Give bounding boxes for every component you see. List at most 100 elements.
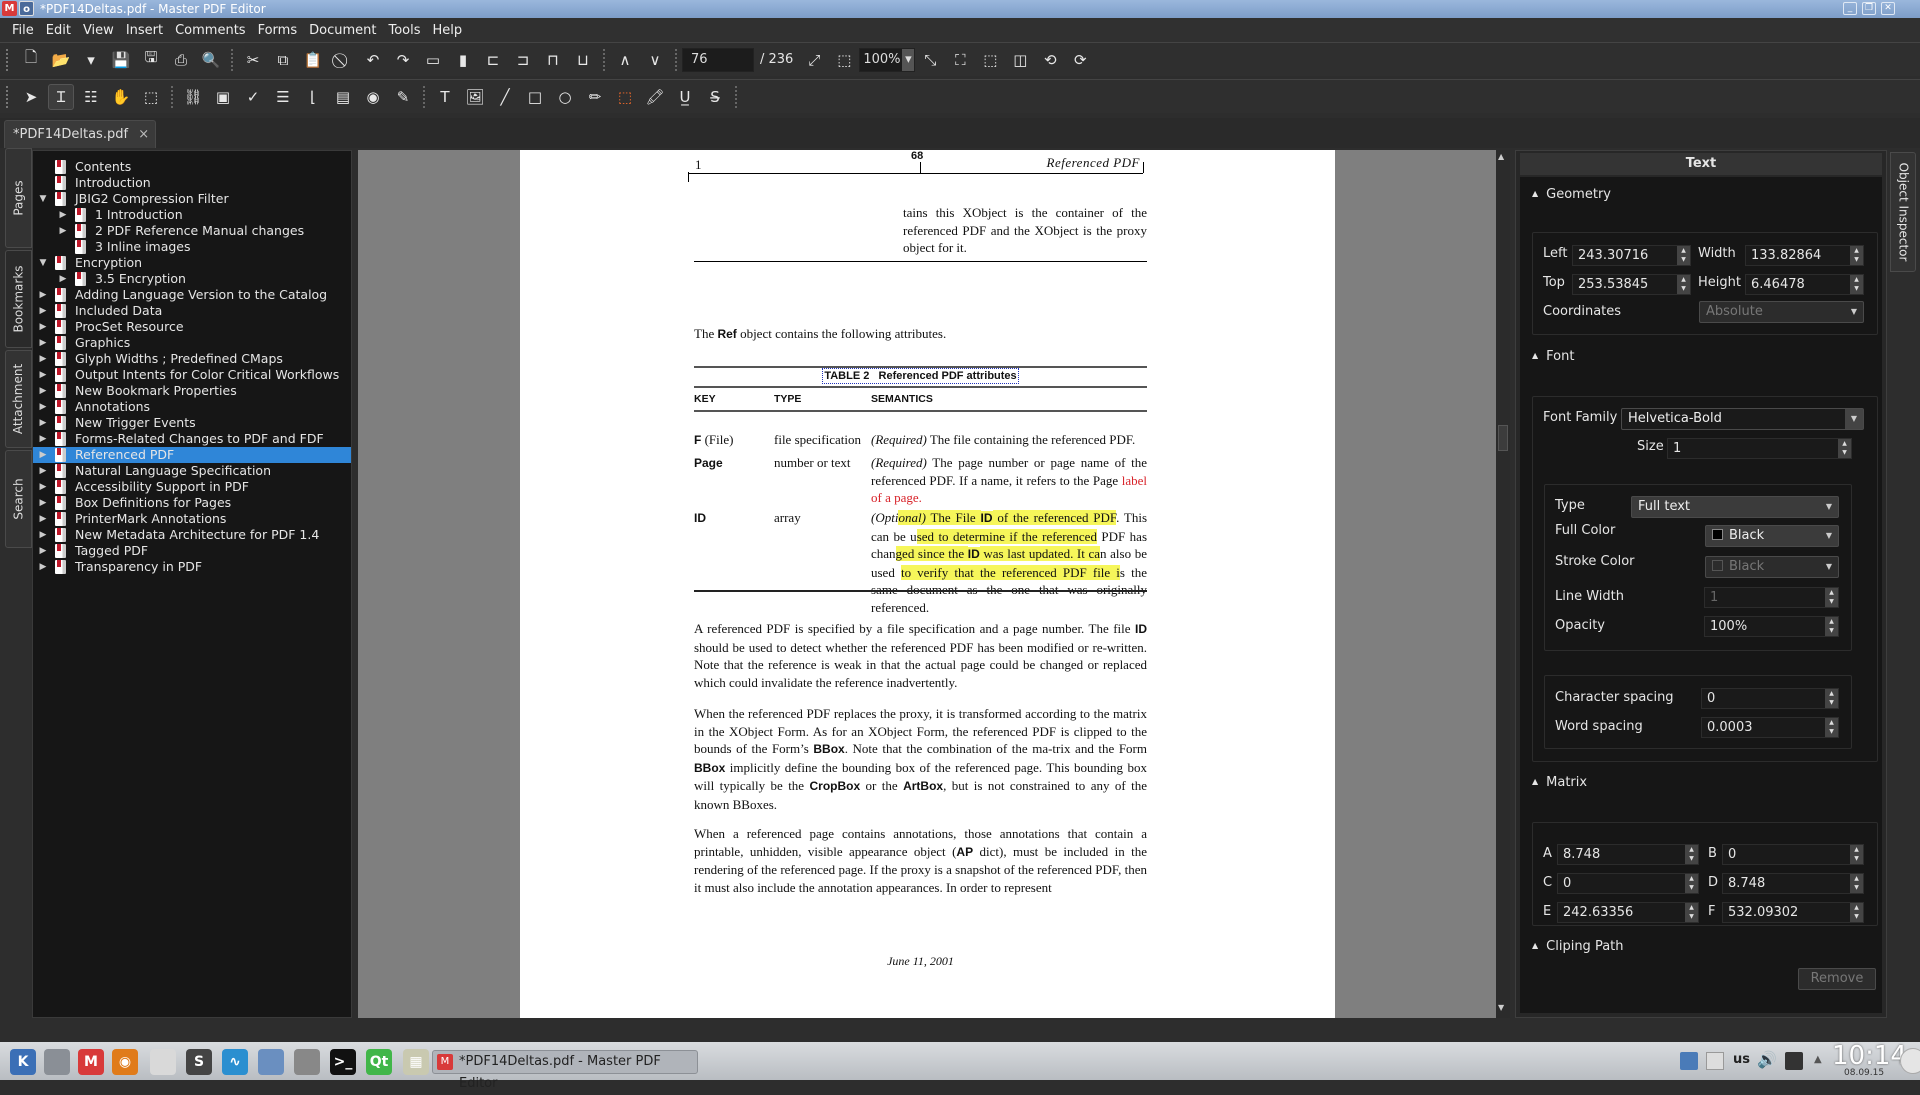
save-as-icon[interactable]: 🖫 bbox=[138, 47, 164, 73]
tab-search[interactable]: Search bbox=[5, 450, 32, 548]
toolbar-grip[interactable] bbox=[6, 85, 10, 108]
menu-document[interactable]: Document bbox=[303, 23, 382, 38]
bookmark-item[interactable]: ▶ Adding Language Version to the Catalog bbox=[33, 287, 351, 303]
document-tab[interactable]: *PDF14Deltas.pdf × bbox=[4, 120, 156, 148]
bookmark-item[interactable]: ▶ 3.5 Encryption bbox=[33, 271, 351, 287]
expand-arrow-icon[interactable]: ▶ bbox=[58, 271, 68, 287]
expand-arrow-icon[interactable]: ▶ bbox=[38, 399, 48, 415]
edit-text-tool-icon[interactable]: Ɪ bbox=[48, 83, 74, 110]
bookmark-item[interactable]: 3 Inline images bbox=[33, 239, 351, 255]
scrollbar-thumb[interactable] bbox=[1498, 425, 1508, 451]
bookmark-item[interactable]: Introduction bbox=[33, 175, 351, 191]
menu-comments[interactable]: Comments bbox=[169, 23, 251, 38]
underline-icon[interactable]: U̲ bbox=[672, 84, 698, 110]
geometry-section-header[interactable]: Geometry bbox=[1532, 187, 1611, 202]
paste-icon[interactable]: 📋 bbox=[300, 47, 326, 73]
save-icon[interactable]: 💾 bbox=[108, 47, 134, 73]
system-monitor-icon[interactable]: ∿ bbox=[222, 1049, 248, 1075]
menu-edit[interactable]: Edit bbox=[40, 23, 77, 38]
matrix-f-spinner-icon[interactable]: ▲ ▼ bbox=[1850, 903, 1863, 922]
desktop-pager-icon[interactable] bbox=[44, 1049, 70, 1075]
add-text-icon[interactable]: T bbox=[432, 84, 458, 110]
font-family-select[interactable]: Helvetica-Bold ▼ bbox=[1621, 408, 1864, 430]
opacity-spinner-icon[interactable]: ▲ ▼ bbox=[1825, 617, 1838, 636]
open-dropdown-icon[interactable]: ▾ bbox=[78, 47, 104, 73]
bookmark-item[interactable]: ▶ 2 PDF Reference Manual changes bbox=[33, 223, 351, 239]
strikeout-icon[interactable]: S̶ bbox=[702, 84, 728, 110]
menu-forms[interactable]: Forms bbox=[252, 23, 304, 38]
bookmark-item[interactable]: ▶ New Bookmark Properties bbox=[33, 383, 351, 399]
matrix-d-input[interactable]: 8.748 ▲ ▼ bbox=[1722, 873, 1864, 894]
expand-arrow-icon[interactable]: ▶ bbox=[38, 383, 48, 399]
undo-icon[interactable]: ↶ bbox=[360, 47, 386, 73]
expand-arrow-icon[interactable]: ▶ bbox=[38, 303, 48, 319]
fit-visible-icon[interactable]: ⬚ bbox=[831, 47, 857, 73]
terminal-icon[interactable]: >_ bbox=[330, 1049, 356, 1075]
document-view[interactable]: 1 68 Referenced PDF tains this XObject i… bbox=[358, 150, 1496, 1018]
bookmark-item[interactable]: ▶ New Metadata Architecture for PDF 1.4 bbox=[33, 527, 351, 543]
collapse-arrow-icon[interactable]: ▼ bbox=[38, 191, 48, 207]
type-select[interactable]: Full text ▼ bbox=[1631, 496, 1839, 518]
object-inspector-tab[interactable]: Object Inspector bbox=[1890, 152, 1916, 272]
expand-arrow-icon[interactable]: ▶ bbox=[38, 511, 48, 527]
expand-arrow-icon[interactable]: ▶ bbox=[58, 223, 68, 239]
collapse-arrow-icon[interactable]: ▼ bbox=[38, 255, 48, 271]
align-top-icon[interactable]: ⊓ bbox=[540, 47, 566, 73]
combobox-field-icon[interactable]: ⌊ bbox=[300, 84, 326, 110]
bookmark-item[interactable]: Contents bbox=[33, 159, 351, 175]
tab-pages[interactable]: Pages bbox=[5, 148, 32, 248]
ellipse-tool-icon[interactable]: ○ bbox=[552, 84, 578, 110]
matrix-e-spinner-icon[interactable]: ▲ ▼ bbox=[1685, 903, 1698, 922]
expand-arrow-icon[interactable]: ▶ bbox=[38, 527, 48, 543]
top-spinner-icon[interactable]: ▲ ▼ bbox=[1677, 275, 1690, 294]
expand-arrow-icon[interactable]: ▶ bbox=[38, 447, 48, 463]
bookmark-item[interactable]: ▶ Natural Language Specification bbox=[33, 463, 351, 479]
bookmark-item[interactable]: ▶ Transparency in PDF bbox=[33, 559, 351, 575]
bookmark-item[interactable]: ▶ Output Intents for Color Critical Workf… bbox=[33, 367, 351, 383]
hand-tool-icon[interactable]: ✋ bbox=[108, 84, 134, 110]
bookmark-item[interactable]: ▶ Included Data bbox=[33, 303, 351, 319]
calculator-icon[interactable]: ▦ bbox=[403, 1049, 429, 1075]
align-right-icon[interactable]: ⊐ bbox=[510, 47, 536, 73]
matrix-b-input[interactable]: 0 ▲ ▼ bbox=[1722, 844, 1864, 865]
expand-arrow-icon[interactable]: ▶ bbox=[38, 415, 48, 431]
char-spacing-input[interactable]: 0 ▲ ▼ bbox=[1701, 688, 1839, 709]
menu-help[interactable]: Help bbox=[427, 23, 469, 38]
button-field-icon[interactable]: ▣ bbox=[210, 84, 236, 110]
tab-attachment[interactable]: Attachment bbox=[5, 350, 32, 448]
close-button[interactable]: ✕ bbox=[1881, 2, 1895, 15]
eye-app-icon[interactable]: ◉ bbox=[112, 1049, 138, 1075]
matrix-f-input[interactable]: 532.09302 ▲ ▼ bbox=[1722, 902, 1864, 923]
expand-arrow-icon[interactable]: ▶ bbox=[38, 287, 48, 303]
select-tool-icon[interactable]: ➤ bbox=[18, 84, 44, 110]
listbox-field-icon[interactable]: ▤ bbox=[330, 84, 356, 110]
bookmark-item[interactable]: ▶ 1 Introduction bbox=[33, 207, 351, 223]
sublime-text-icon[interactable]: S bbox=[186, 1049, 212, 1075]
maximize-button[interactable]: ❐ bbox=[1862, 2, 1876, 15]
highlighter-icon[interactable]: 🖍 bbox=[642, 84, 668, 110]
volume-icon[interactable]: 🔊 bbox=[1757, 1050, 1777, 1069]
line-width-input[interactable]: 1 ▲ ▼ bbox=[1704, 587, 1839, 608]
expand-arrow-icon[interactable]: ▶ bbox=[38, 367, 48, 383]
left-input[interactable]: 243.30716 ▲ ▼ bbox=[1572, 245, 1691, 266]
crop-tool-icon[interactable]: ⬚ bbox=[138, 84, 164, 110]
toolbar-grip[interactable] bbox=[6, 48, 10, 71]
bookmark-item[interactable]: ▶ Box Definitions for Pages bbox=[33, 495, 351, 511]
char-spacing-spinner-icon[interactable]: ▲ ▼ bbox=[1825, 689, 1838, 708]
minimize-button[interactable]: _ bbox=[1843, 2, 1857, 15]
add-image-icon[interactable]: 🖼 bbox=[462, 84, 488, 110]
font-section-header[interactable]: Font bbox=[1532, 349, 1574, 364]
edit-forms-tool-icon[interactable]: ☷ bbox=[78, 84, 104, 110]
bookmark-item[interactable]: ▶ PrinterMark Annotations bbox=[33, 511, 351, 527]
close-tab-icon[interactable]: × bbox=[138, 127, 149, 142]
menu-insert[interactable]: Insert bbox=[120, 23, 169, 38]
table-title-text[interactable]: TABLE 2 Referenced PDF attributes bbox=[822, 368, 1019, 384]
left-spinner-icon[interactable]: ▲ ▼ bbox=[1677, 246, 1690, 265]
copy-icon[interactable]: ⧉ bbox=[270, 47, 296, 73]
file-cabinet-icon[interactable] bbox=[150, 1049, 176, 1075]
tray-expand-icon[interactable]: ▲ bbox=[1814, 1054, 1822, 1065]
line-width-spinner-icon[interactable]: ▲ ▼ bbox=[1825, 588, 1838, 607]
expand-arrow-icon[interactable]: ▶ bbox=[38, 335, 48, 351]
remove-clipping-button[interactable]: Remove bbox=[1798, 968, 1876, 990]
expand-arrow-icon[interactable]: ▶ bbox=[58, 207, 68, 223]
